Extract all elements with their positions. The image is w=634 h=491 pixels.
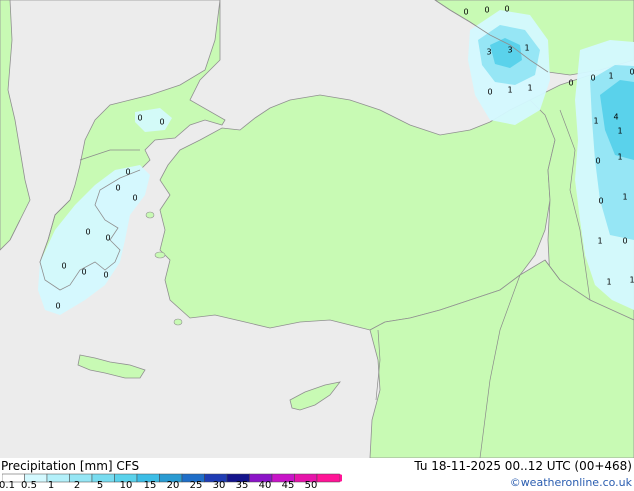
precip-value-label: 1 [622, 193, 627, 202]
island [145, 211, 155, 219]
credit-link[interactable]: ©weatheronline.co.uk [510, 476, 632, 489]
precip-value-label: 0 [590, 74, 595, 83]
legend-tick-label: 40 [258, 480, 272, 491]
precip-value-label: 0 [598, 197, 603, 206]
precip-value-label: 0 [568, 79, 573, 88]
legend-swatch [91, 473, 115, 483]
legend-arrow [339, 474, 342, 482]
legend-tick-label: 45 [281, 480, 295, 491]
precip-value-label: 1 [617, 153, 622, 162]
precip-value-label: 0 [484, 6, 489, 15]
legend-tick-label: 2 [73, 480, 81, 491]
footer: Precipitation [mm] CFS Tu 18-11-2025 00.… [0, 458, 634, 491]
precip-value-label: 0 [81, 268, 86, 277]
precip-value-label: 0 [103, 271, 108, 280]
precip-value-label: 0 [463, 8, 468, 17]
legend-tick-label: 30 [212, 480, 226, 491]
precip-value-label: 1 [507, 86, 512, 95]
precip-value-label: 0 [132, 194, 137, 203]
legend-swatch [316, 473, 340, 483]
precip-value-label: 0 [487, 88, 492, 97]
precip-value-label: 1 [527, 84, 532, 93]
precip-value-label: 0 [504, 5, 509, 14]
legend-tick-label: 20 [166, 480, 180, 491]
legend-tick-label: 35 [235, 480, 249, 491]
precip-value-label: 0 [137, 114, 142, 123]
precip-value-label: 0 [55, 302, 60, 311]
precip-value-label: 0 [629, 68, 634, 77]
legend-tick-label: 0.5 [21, 480, 37, 491]
precip-value-label: 0 [115, 184, 120, 193]
legend-tick-label: 50 [304, 480, 318, 491]
precip-value-label: 1 [593, 117, 598, 126]
island [173, 318, 183, 326]
precip-value-label: 1 [524, 44, 529, 53]
legend-tick-label: 0.1 [0, 480, 15, 491]
precip-value-label: 0 [105, 234, 110, 243]
precip-value-label: 3 [507, 46, 512, 55]
precip-value-label: 1 [608, 72, 613, 81]
precip-value-label: 1 [606, 278, 611, 287]
precip-value-label: 3 [486, 48, 491, 57]
precip-value-label: 1 [629, 276, 634, 285]
map-title: Precipitation [mm] CFS [1, 459, 140, 473]
precip-value-label: 0 [61, 262, 66, 271]
precip-value-label: 4 [613, 113, 618, 122]
legend-tick-label: 1 [47, 480, 55, 491]
precip-value-label: 0 [125, 168, 130, 177]
legend-tick-label: 25 [189, 480, 203, 491]
precip-value-label: 0 [159, 118, 164, 127]
legend-tick-label: 15 [143, 480, 157, 491]
weather-map: 0 0 03 3 10 1 100 1 01 410 10 11 01 10 0000000 000 [0, 0, 634, 458]
precip-value-label: 1 [597, 237, 602, 246]
legend-tick-label: 5 [96, 480, 104, 491]
precip-value-label: 0 [85, 228, 90, 237]
precip-value-label: 0 [622, 237, 627, 246]
precip-value-label: 0 [595, 157, 600, 166]
forecast-datetime: Tu 18-11-2025 00..12 UTC (00+468) [414, 459, 632, 473]
legend-tick-label: 10 [119, 480, 133, 491]
island [154, 251, 166, 259]
precip-value-label: 1 [617, 127, 622, 136]
